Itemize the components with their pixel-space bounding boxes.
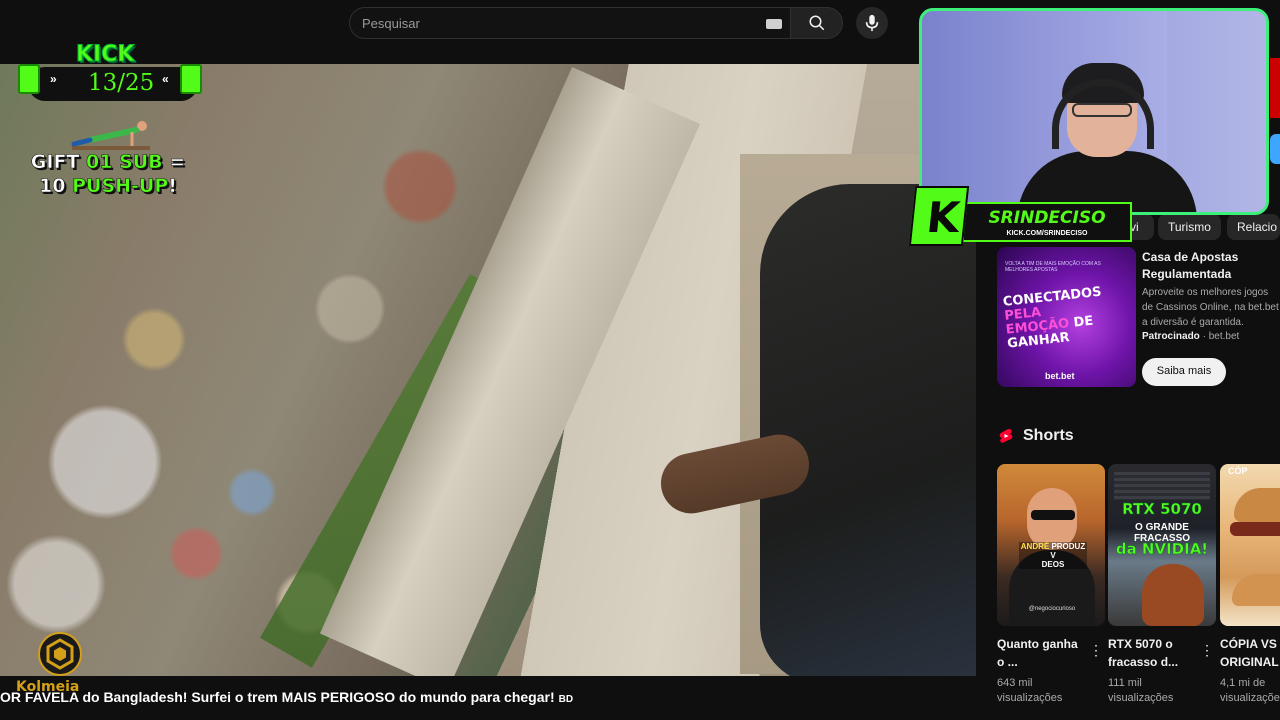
video-title-suffix: BD <box>558 694 574 705</box>
ad-sponsored-label: Patrocinado <box>1142 331 1200 342</box>
microphone-icon <box>865 14 879 32</box>
kick-logo-icon: K <box>908 186 970 246</box>
pushup-count: 10 <box>39 175 73 198</box>
gift-box-icon <box>18 64 40 94</box>
thumb-line-1: RTX 5070 <box>1122 500 1202 518</box>
ad-thumb-small-text: VOLTA A TIM DE MAIS EMOÇÃO COM AS MELHOR… <box>1005 261 1101 273</box>
sidebar-edge-red <box>1270 58 1280 118</box>
more-options-icon[interactable]: ⋮ <box>1089 642 1103 659</box>
shorts-heading: Shorts <box>1023 427 1074 444</box>
screen: Pesquisar KICK » 13/25 « GIFT 01 SUB = 1… <box>0 0 1280 720</box>
short-title[interactable]: CÓPIA VS ORIGINAL <box>1220 635 1280 671</box>
ad-thumb-brand: bet.bet <box>1045 371 1075 381</box>
kick-counter-value: 13/25 <box>88 70 155 96</box>
shorts-icon <box>999 429 1013 443</box>
thumb-burger-patty <box>1230 522 1280 536</box>
thumb-caption-b: PRODUZ V <box>1050 542 1086 560</box>
ad-meta: Patrocinado · bet.bet <box>1142 331 1239 342</box>
thumb-screen <box>1114 472 1210 500</box>
thumb-label: CÓP <box>1228 466 1248 476</box>
short-title[interactable]: Quanto ganha o ... <box>997 635 1087 671</box>
streamer-name-box: SRINDECISO KICK.COM/SRINDECISO <box>962 202 1132 242</box>
gift-sub-pushup-banner: GIFT 01 SUB = 10 PUSH-UP! <box>28 150 188 198</box>
ad-advertiser: bet.bet <box>1208 331 1240 342</box>
search-icon <box>809 15 824 31</box>
video-frame-person <box>760 184 976 676</box>
gift-equals: = <box>162 151 186 174</box>
search-button[interactable] <box>791 7 843 39</box>
gift-box-icon <box>180 64 202 94</box>
gift-count: 01 <box>86 151 113 174</box>
search-input[interactable]: Pesquisar <box>349 7 791 39</box>
ad-cta-button[interactable]: Saiba mais <box>1142 358 1226 386</box>
gift-sub: SUB <box>112 151 163 174</box>
short-views: 4,1 mi de visualizações <box>1220 677 1280 704</box>
ad-thumb-headline: CONECTADOS PELA EMOÇÃO DE GANHAR <box>1002 284 1103 352</box>
kick-sub-counter: KICK » 13/25 « <box>18 42 203 104</box>
thumb-caption-c: DEOS <box>1041 560 1065 569</box>
thumb-caption: ANDRÉ PRODUZ V DEOS <box>1019 542 1087 569</box>
search-placeholder: Pesquisar <box>362 16 420 31</box>
ad-thumbnail[interactable]: VOLTA A TIM DE MAIS EMOÇÃO COM AS MELHOR… <box>997 247 1136 387</box>
arrow-right-icon: » <box>50 72 57 86</box>
sunglasses-icon <box>1031 510 1075 520</box>
streamer-name: SRINDECISO <box>988 208 1106 228</box>
streamer-tag: SRINDECISO KICK.COM/SRINDECISO K <box>908 180 1134 246</box>
short-views: 643 mil visualizações <box>997 677 1063 704</box>
video-title: OR FAVELA do Bangladesh! Surfei o trem M… <box>0 689 573 705</box>
ad-separator: · <box>1202 331 1206 342</box>
gift-text: GIFT <box>30 151 86 174</box>
hexagon-icon <box>46 638 74 670</box>
thumb-burger-bun <box>1234 488 1280 522</box>
pushup-figure-icon <box>71 121 150 150</box>
short-title[interactable]: RTX 5070 o fracasso d... <box>1108 635 1198 671</box>
arrow-left-icon: « <box>162 72 169 86</box>
pushup-exclaim: ! <box>168 175 177 198</box>
sidebar-edge-blue <box>1270 134 1280 164</box>
keyboard-icon[interactable] <box>766 19 782 29</box>
short-thumbnail[interactable]: CÓP <box>1220 464 1280 626</box>
voice-search-button[interactable] <box>856 7 888 39</box>
short-thumbnail[interactable]: RTX 5070 O GRANDE FRACASSO da NVIDIA! <box>1108 464 1216 626</box>
short-thumbnail[interactable]: ANDRÉ PRODUZ V DEOS @negociocurioso <box>997 464 1105 626</box>
gift-line-1: GIFT 01 SUB = <box>28 150 188 174</box>
ad-thumb-headline-a: CONECTADOS <box>1002 284 1103 310</box>
kick-counter-title: KICK <box>75 42 135 68</box>
short-card[interactable]: RTX 5070 O GRANDE FRACASSO da NVIDIA! RT… <box>1108 464 1216 706</box>
thumb-burger-bun-2 <box>1232 574 1280 606</box>
ad-title[interactable]: Casa de Apostas Regulamentada <box>1142 249 1272 283</box>
thumb-caption-a: ANDRÉ <box>1020 542 1052 551</box>
more-options-icon[interactable]: ⋮ <box>1200 642 1214 659</box>
short-card[interactable]: ANDRÉ PRODUZ V DEOS @negociocurioso Quant… <box>997 464 1105 706</box>
thumb-line-3: da NVIDIA! <box>1115 540 1209 558</box>
video-title-text: OR FAVELA do Bangladesh! Surfei o trem M… <box>0 689 555 705</box>
ad-description: Aproveite os melhores jogos de Cassinos … <box>1142 287 1279 328</box>
streamer-url: KICK.COM/SRINDECISO <box>1006 230 1088 237</box>
pushup-word: PUSH-UP <box>72 175 169 198</box>
short-views: 111 mil visualizações <box>1108 677 1174 704</box>
chip-turismo[interactable]: Turismo <box>1158 214 1221 240</box>
video-title-bar: OR FAVELA do Bangladesh! Surfei o trem M… <box>0 686 976 710</box>
gift-line-2: 10 PUSH-UP! <box>28 174 188 198</box>
thumb-handle: @negociocurioso <box>1028 606 1076 612</box>
short-card[interactable]: CÓP CÓPIA VS ORIGINAL 4,1 mi de visualiz… <box>1220 464 1280 706</box>
hive-logo <box>38 632 82 676</box>
thumb-dog <box>1142 564 1204 626</box>
chip-relacionados[interactable]: Relacio <box>1227 214 1280 240</box>
